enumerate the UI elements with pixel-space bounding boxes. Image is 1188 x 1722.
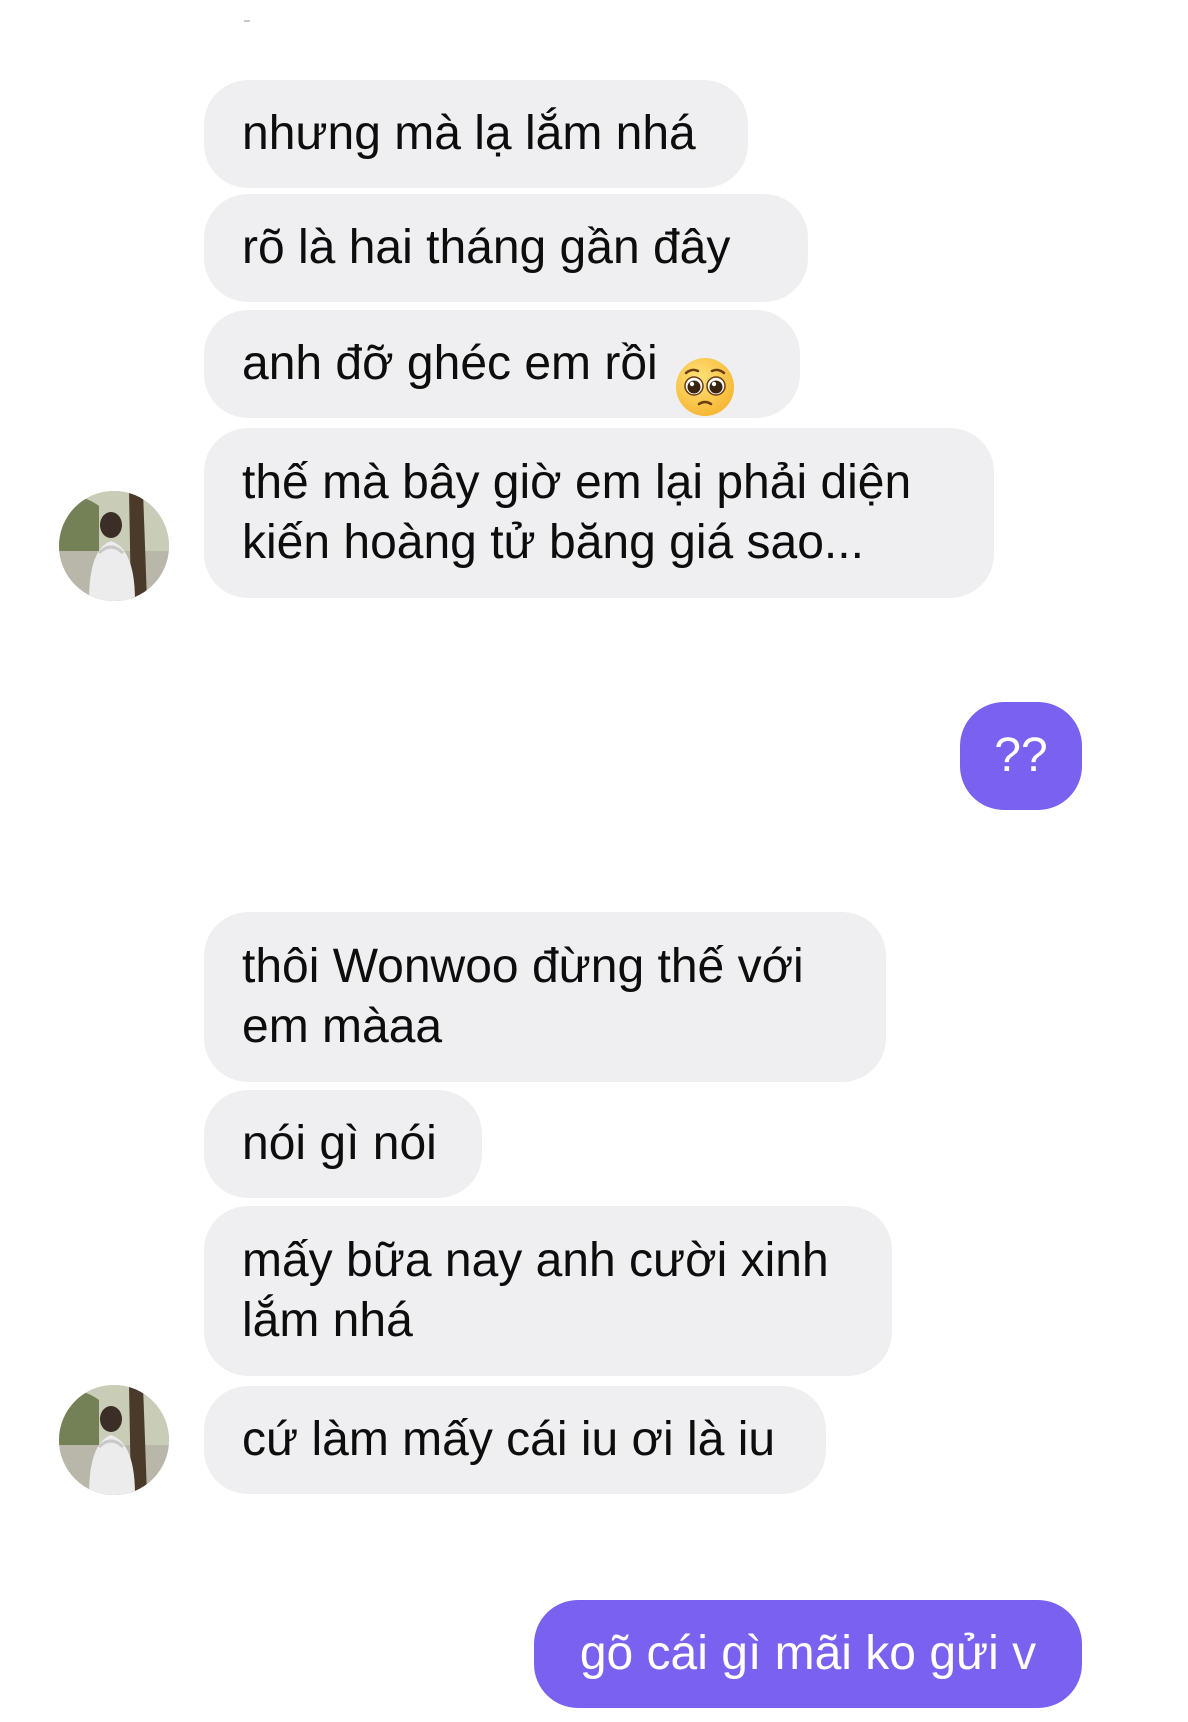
message-text: nói gì nói [242,1117,437,1170]
message-text: nhưng mà lạ lắm nhá [242,107,696,160]
message-bubble-incoming[interactable]: rõ là hai tháng gần đây [204,194,808,302]
message-bubble-incoming[interactable]: thế mà bây giờ em lại phải diện kiến hoà… [204,428,994,598]
message-text: anh đỡ ghéc em rồi [242,337,658,390]
message-text: rõ là hai tháng gần đây [242,221,731,274]
message-bubble-outgoing[interactable]: gõ cái gì mãi ko gửi v [534,1600,1082,1708]
message-bubble-incoming[interactable]: cứ làm mấy cái iu ơi là iu [204,1386,826,1494]
message-text: thôi Wonwoo đừng thế với em màaa [242,940,804,1053]
message-bubble-incoming[interactable]: anh đỡ ghéc em rồi [204,310,800,418]
message-bubble-incoming[interactable]: nhưng mà lạ lắm nhá [204,80,748,188]
message-text: gõ cái gì mãi ko gửi v [579,1627,1037,1680]
message-text: ?? [994,729,1048,782]
contact-avatar[interactable] [59,491,169,601]
message-bubble-incoming[interactable]: thôi Wonwoo đừng thế với em màaa [204,912,886,1082]
message-text: thế mà bây giờ em lại phải diện kiến hoà… [242,456,912,569]
message-text: mấy bữa nay anh cười xinh lắm nhá [242,1234,829,1347]
top-divider-mark [244,20,250,22]
message-bubble-incoming[interactable]: mấy bữa nay anh cười xinh lắm nhá [204,1206,892,1376]
contact-avatar[interactable] [59,1385,169,1495]
message-bubble-incoming[interactable]: nói gì nói [204,1090,482,1198]
pleading-face-emoji-icon [674,296,736,433]
message-bubble-outgoing[interactable]: ?? [960,702,1082,810]
message-text: cứ làm mấy cái iu ơi là iu [242,1413,776,1466]
